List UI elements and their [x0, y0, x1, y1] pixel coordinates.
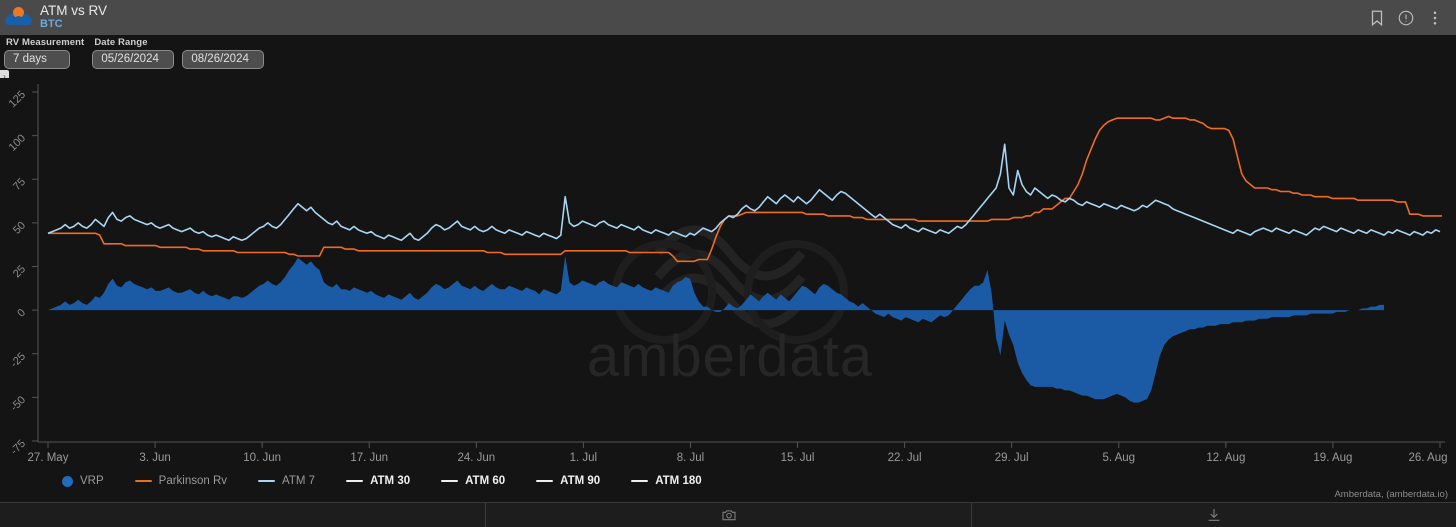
- x-tick-label: 19. Aug: [1313, 452, 1352, 464]
- x-tick-label: 15. Jul: [781, 452, 815, 464]
- x-tick-label: 12. Aug: [1206, 452, 1245, 464]
- legend-swatch-line-icon: [258, 479, 276, 483]
- y-tick-label: -50: [8, 394, 28, 414]
- legend-label: ATM 180: [655, 475, 702, 487]
- x-tick-label: 26. Aug: [1408, 452, 1447, 464]
- page-title: ATM vs RV: [40, 3, 108, 19]
- title-bar-actions: [1368, 9, 1450, 27]
- legend-label: Parkinson Rv: [158, 475, 228, 487]
- atm-vs-rv-chart: amberdata 125 100 75 50 25 0 -25 -50 -75 27. May…: [7, 84, 1448, 464]
- legend-swatch-line-icon: [346, 479, 364, 483]
- legend-item-atm-90[interactable]: ATM 90: [536, 475, 600, 487]
- x-tick-label: 24. Jun: [457, 452, 495, 464]
- legend-label: VRP: [80, 475, 104, 487]
- y-tick-label: 0: [15, 307, 28, 320]
- date-start-input[interactable]: 05/26/2024: [92, 50, 175, 69]
- download-icon: [1206, 507, 1222, 523]
- rv-measurement-group: RV Measurement 7 days: [4, 37, 84, 69]
- x-tick-label: 27. May: [28, 452, 69, 464]
- x-tick-label: 5. Aug: [1102, 452, 1135, 464]
- date-end-input[interactable]: 08/26/2024: [182, 50, 265, 69]
- legend-item-parkinson-rv[interactable]: Parkinson Rv: [134, 475, 228, 487]
- bottom-toolbar-left-cell: [0, 503, 486, 527]
- parkinson-rv-line-series: [48, 115, 1442, 263]
- screenshot-button[interactable]: [486, 503, 972, 527]
- legend-swatch-line-icon: [134, 479, 152, 483]
- amberdata-chart-app: ATM vs RV BTC RV Measurement 7 days Date…: [0, 0, 1456, 527]
- camera-icon: [721, 507, 737, 523]
- info-icon[interactable]: [1397, 9, 1415, 27]
- legend-swatch-line-icon: [441, 479, 459, 483]
- y-tick-label: 125: [7, 89, 28, 110]
- x-tick-label: 1. Jul: [570, 452, 598, 464]
- amberdata-logo-icon: [4, 5, 34, 31]
- x-axis-ticks: 27. May 3. Jun 10. Jun 17. Jun 24. Jun 1. Jul…: [28, 442, 1448, 464]
- more-vertical-icon[interactable]: [1426, 9, 1444, 27]
- legend-item-vrp[interactable]: VRP: [62, 475, 104, 487]
- x-tick-label: 8. Jul: [677, 452, 705, 464]
- legend-label: ATM 7: [282, 475, 316, 487]
- y-tick-label: 50: [11, 220, 28, 237]
- title-block: ATM vs RV BTC: [40, 4, 107, 30]
- bookmark-icon[interactable]: [1368, 9, 1386, 27]
- date-range-label: Date Range: [94, 37, 148, 48]
- legend-label: ATM 30: [370, 475, 411, 487]
- y-tick-label: 25: [11, 263, 28, 280]
- date-range-group: Date Range 05/26/2024 08/26/2024: [92, 37, 265, 69]
- page-subtitle: BTC: [40, 17, 63, 30]
- y-axis-ticks: 125 100 75 50 25 0 -25 -50 -75: [7, 89, 38, 458]
- y-tick-label: -25: [8, 350, 28, 370]
- legend-item-atm-180[interactable]: ATM 180: [631, 475, 702, 487]
- x-tick-label: 29. Jul: [995, 452, 1029, 464]
- y-tick-label: 75: [11, 176, 28, 193]
- legend-label: ATM 90: [560, 475, 601, 487]
- y-tick-label: 100: [7, 132, 28, 153]
- x-tick-label: 22. Jul: [888, 452, 922, 464]
- legend-swatch-line-icon: [536, 479, 554, 483]
- y-tick-label: -75: [8, 438, 28, 458]
- atm7-line-series: [47, 143, 1441, 242]
- controls-bar: RV Measurement 7 days Date Range 05/26/2…: [0, 35, 1456, 71]
- title-bar: ATM vs RV BTC: [0, 0, 1456, 35]
- watermark-label: amberdata: [587, 324, 873, 389]
- legend-item-atm-30[interactable]: ATM 30: [346, 475, 410, 487]
- rv-measurement-label: RV Measurement: [6, 37, 85, 48]
- rv-measurement-select[interactable]: 7 days: [4, 50, 70, 69]
- x-tick-label: 10. Jun: [243, 452, 281, 464]
- legend-label: ATM 60: [465, 475, 506, 487]
- legend-swatch-dot-icon: [62, 475, 73, 487]
- chart-legend: VRP Parkinson Rv ATM 7 ATM 30 ATM 60 ATM 90 AT…: [0, 470, 1456, 492]
- download-button[interactable]: [972, 503, 1456, 527]
- bottom-toolbar: [0, 502, 1456, 527]
- legend-item-atm-7[interactable]: ATM 7: [258, 475, 315, 487]
- x-tick-label: 17. Jun: [350, 452, 388, 464]
- attribution-label: Amberdata, (amberdata.io): [1334, 489, 1448, 500]
- chart-area: amberdata 125 100 75 50 25 0 -25 -50 -75 27. May…: [0, 78, 1456, 496]
- legend-item-atm-60[interactable]: ATM 60: [441, 475, 505, 487]
- legend-swatch-line-icon: [631, 479, 649, 483]
- x-tick-label: 3. Jun: [139, 452, 170, 464]
